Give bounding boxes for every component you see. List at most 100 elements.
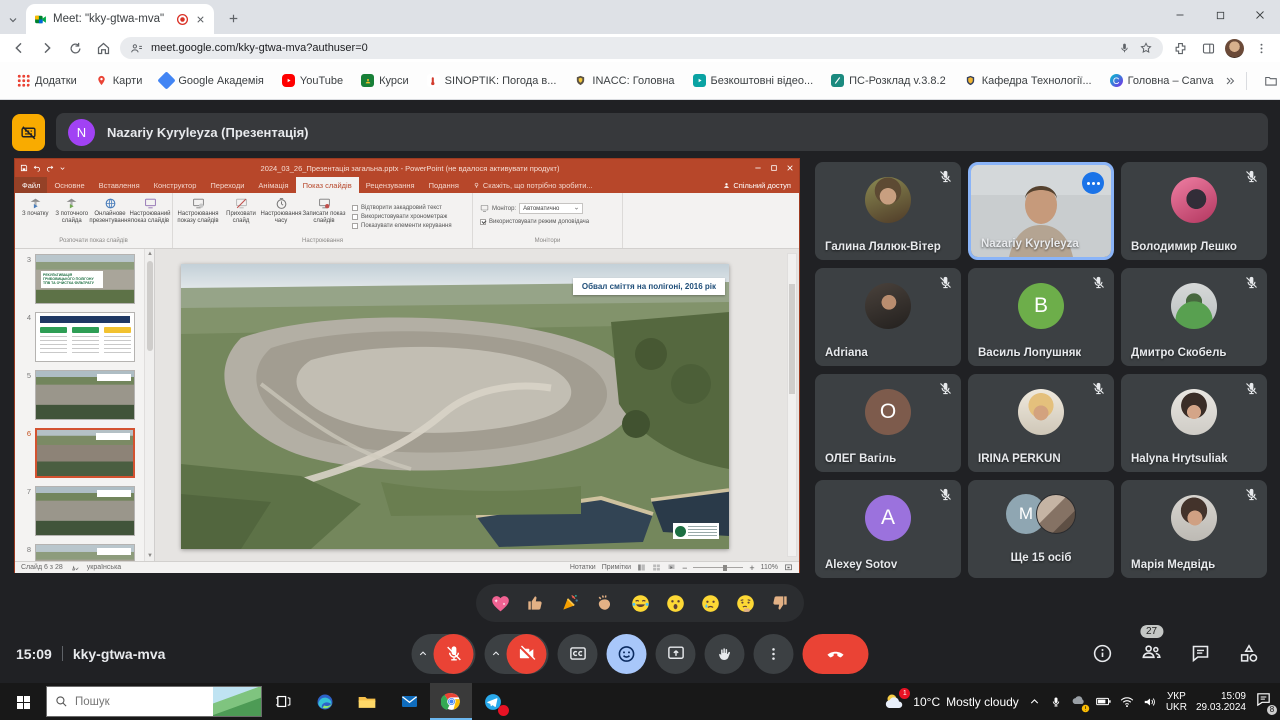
search-highlight-image[interactable] [213,687,261,716]
url-text[interactable]: meet.google.com/kky-gtwa-mva?authuser=0 [151,42,1110,54]
tab-home[interactable]: Основне [47,177,91,193]
activities-icon[interactable] [1238,643,1260,665]
more-options-button[interactable] [754,634,794,674]
tile-galyna[interactable]: Галина Лялюк-Вітер [815,162,961,260]
mic-off-button[interactable] [434,634,474,674]
tile-alexey[interactable]: A Alexey Sotov [815,480,961,578]
home-icon[interactable] [92,37,114,59]
joy-face-icon[interactable] [625,588,655,618]
undo-icon[interactable] [33,164,41,172]
sparkling-heart-icon[interactable] [485,588,515,618]
forward-icon[interactable] [36,37,58,59]
tile-maria[interactable]: Марія Медвідь [1121,480,1267,578]
ribbon-custom-show[interactable]: Настроюваний показ слайдів [131,195,169,238]
language-indicator[interactable]: українська [87,564,121,571]
thumbs-down-icon[interactable] [765,588,795,618]
camera-off-button[interactable] [507,634,547,674]
notes-button[interactable]: Нотатки [570,564,596,571]
fit-slide-icon[interactable] [784,563,793,572]
tile-halyna[interactable]: Halyna Hrytsuliak [1121,374,1267,472]
spellcheck-icon[interactable] [71,564,79,572]
bookmark-kafedra[interactable]: Кафедра Технології... [957,71,1099,90]
action-center-button[interactable]: 8 [1255,691,1272,713]
check-use-timings[interactable]: Використовувати хронометраж [352,214,452,220]
check-presenter-view[interactable]: Використовувати режим доповідача [480,219,615,225]
grid-view-icon[interactable] [652,563,661,572]
bookmark-maps[interactable]: Карти [88,71,150,90]
thumbs-up-icon[interactable] [520,588,550,618]
tab-file[interactable]: Файл [15,177,47,193]
bookmark-apps[interactable]: Додатки [10,71,84,90]
chat-icon[interactable] [1190,643,1211,664]
start-button[interactable] [0,683,46,720]
language-indicator[interactable]: УКР UKR [1166,691,1187,713]
bookmark-classroom[interactable]: Курси [354,71,416,90]
bookmark-youtube[interactable]: YouTube [275,71,350,90]
ribbon-record-show[interactable]: Записати показ слайдів [302,195,346,238]
ribbon-from-beginning[interactable]: З початку [18,195,53,238]
check-play-narrations[interactable]: Відтворити закадровий текст [352,205,452,211]
end-call-button[interactable] [803,634,869,674]
back-icon[interactable] [8,37,30,59]
mic-options-chevron-icon[interactable] [412,648,434,659]
reactions-button[interactable] [607,634,647,674]
browser-tab[interactable]: Meet: "kky-gtwa-mva" [26,4,214,34]
tab-close-icon[interactable] [195,14,206,25]
thinking-face-icon[interactable] [730,588,760,618]
bookmark-sinoptik[interactable]: SINOPTIK: Погода в... [420,71,564,90]
tab-transitions[interactable]: Переходи [203,177,251,193]
tile-nazariy[interactable]: Nazariy Kyryleyza [968,162,1114,260]
tile-more-people[interactable]: M Ще 15 осіб [968,480,1114,578]
tile-more-options[interactable] [1082,172,1104,194]
weather-widget[interactable]: 1 10°C Mostly cloudy [883,692,1019,712]
extension-icon[interactable] [1169,37,1191,59]
tab-animations[interactable]: Анімація [251,177,295,193]
captions-button[interactable] [558,634,598,674]
canvas-scrollbar[interactable] [787,253,797,557]
side-panel-icon[interactable] [1197,37,1219,59]
tray-mic-icon[interactable] [1050,696,1062,708]
onedrive-tray-icon[interactable] [1071,693,1087,711]
wifi-icon[interactable] [1120,696,1134,708]
keyboard-shortcut-icon[interactable] [12,114,45,151]
taskbar-search-box[interactable] [46,686,262,717]
tile-volodymyr[interactable]: Володимир Лешко [1121,162,1267,260]
address-bar[interactable]: meet.google.com/kky-gtwa-mva?authuser=0 [120,37,1163,59]
battery-icon[interactable] [1096,696,1111,707]
party-popper-icon[interactable] [555,588,585,618]
present-button[interactable] [656,634,696,674]
close-button[interactable] [1240,0,1280,30]
slide-thumbnail-8[interactable]: 8 [21,544,154,561]
zoom-slider[interactable] [693,567,743,568]
volume-icon[interactable] [1143,696,1157,708]
ppt-maximize-icon[interactable] [770,164,778,172]
share-button[interactable]: Спільний доступ [723,181,799,190]
all-bookmarks-button[interactable]: Усі закладки [1257,71,1280,91]
ribbon-present-online[interactable]: Онлайнове презентування [91,195,129,238]
ribbon-from-current[interactable]: З поточного слайда [55,195,90,238]
check-show-controls[interactable]: Показувати елементи керування [352,223,452,229]
zoom-level[interactable]: 110% [761,564,778,571]
bookmark-free-video[interactable]: Безкоштовні відео... [686,71,821,90]
reload-icon[interactable] [64,37,86,59]
maximize-button[interactable] [1200,0,1240,30]
ppt-minimize-icon[interactable] [754,164,762,172]
new-tab-button[interactable] [220,5,246,31]
bookmarks-overflow-icon[interactable] [1224,75,1236,87]
tile-oleh[interactable]: О ОЛЕГ Вагіль [815,374,961,472]
clock-widget[interactable]: 15:09 29.03.2024 [1196,691,1246,713]
qat-dropdown-icon[interactable] [59,165,66,172]
normal-view-icon[interactable] [637,563,646,572]
surprised-face-icon[interactable] [660,588,690,618]
slide-thumbnail-3[interactable]: 3 РЕКУЛЬТИВАЦІЯ ГРИБОВИЦЬКОГО ПОЛІГОНУ Т… [21,254,154,304]
bookmark-ps-rozklad[interactable]: ПС-Розклад v.3.8.2 [824,71,953,90]
zoom-out-button[interactable]: − [682,563,687,573]
mail-app-icon[interactable] [388,683,430,720]
tile-dmytro[interactable]: Дмитро Скобель [1121,268,1267,366]
bookmark-canva[interactable]: CГоловна – Canva [1103,71,1221,90]
save-icon[interactable] [20,164,28,172]
slide-thumbnail-7[interactable]: 7 [21,486,154,536]
tell-me-box[interactable]: Скажіть, що потрібно зробити... [466,181,600,190]
tile-vasyl[interactable]: В Василь Лопушняк [968,268,1114,366]
redo-icon[interactable] [46,164,54,172]
